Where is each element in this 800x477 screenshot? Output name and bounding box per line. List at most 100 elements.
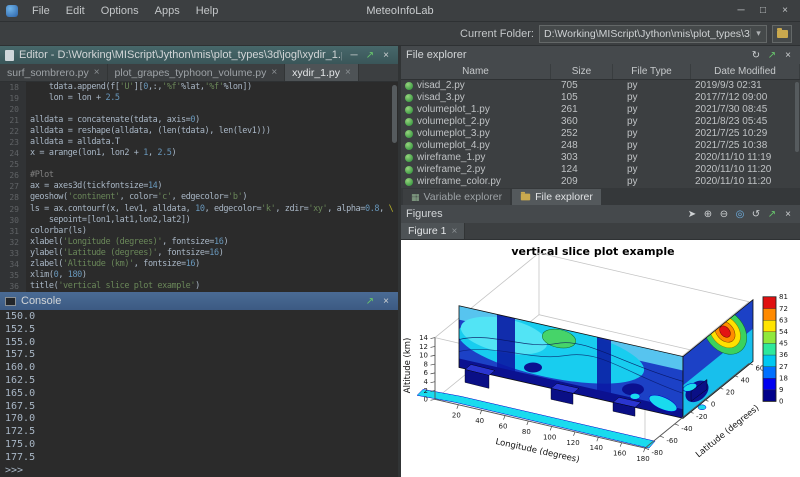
document-icon xyxy=(5,50,14,61)
figures-float-icon[interactable]: ↗ xyxy=(765,209,779,220)
svg-text:8: 8 xyxy=(424,360,428,368)
svg-text:80: 80 xyxy=(522,428,531,436)
current-folder-path: D:\Working\MIScript\Jython\mis\plot_type… xyxy=(540,28,750,40)
pointer-icon[interactable]: ➤ xyxy=(685,209,699,220)
tab-variable-explorer[interactable]: ▦ Variable explorer xyxy=(403,189,510,205)
console-float-icon[interactable]: ↗ xyxy=(363,296,377,307)
tab-close-icon[interactable]: × xyxy=(94,67,100,78)
tab-xydir-1[interactable]: xydir_1.py × xyxy=(285,64,359,81)
table-row[interactable]: wireframe_1.py303py2020/11/10 11:19 xyxy=(401,152,800,164)
rotate-icon[interactable]: ↺ xyxy=(749,209,763,220)
svg-text:9: 9 xyxy=(779,386,783,394)
y-axis-label: Latitude (degrees) xyxy=(693,402,760,459)
figures-close-icon[interactable]: × xyxy=(781,209,795,220)
file-table-body: visad_2.py705py2019/9/3 02:31visad_3.py1… xyxy=(401,80,800,188)
svg-text:72: 72 xyxy=(779,305,788,313)
svg-text:160: 160 xyxy=(613,450,626,458)
python-file-icon xyxy=(405,154,413,162)
file-table-header: Name Size File Type Date Modified xyxy=(401,64,800,80)
column-header-name[interactable]: Name xyxy=(401,64,551,79)
svg-text:6: 6 xyxy=(424,369,428,377)
browse-folder-button[interactable] xyxy=(772,25,792,43)
svg-text:27: 27 xyxy=(779,363,788,371)
minimize-button[interactable]: ─ xyxy=(730,5,752,16)
svg-text:40: 40 xyxy=(475,417,484,425)
console-output[interactable]: 150.0152.5155.0157.5160.0162.5165.0167.5… xyxy=(0,310,398,477)
tab-close-icon[interactable]: × xyxy=(271,67,277,78)
svg-text:63: 63 xyxy=(779,316,788,324)
table-row[interactable]: volumeplot_2.py360py2021/8/23 05:45 xyxy=(401,116,800,128)
maximize-button[interactable]: □ xyxy=(752,5,774,16)
tab-label: File explorer xyxy=(535,191,593,203)
svg-text:4: 4 xyxy=(424,378,429,386)
tab-close-icon[interactable]: × xyxy=(345,67,351,78)
python-file-icon xyxy=(405,82,413,90)
explorer-figures-column: File explorer ↻ ↗ × Name Size File Type … xyxy=(401,46,800,477)
menu-options[interactable]: Options xyxy=(93,5,147,17)
globe-icon[interactable]: ◎ xyxy=(733,209,747,220)
app-icon xyxy=(6,5,18,17)
code-editor[interactable]: 18 tdata.append(f['U'][0,:,'%f'%lat,'%f'… xyxy=(0,82,398,292)
column-header-date-modified[interactable]: Date Modified xyxy=(691,64,800,79)
variable-explorer-icon: ▦ xyxy=(411,192,420,203)
console-icon xyxy=(5,297,16,306)
svg-text:36: 36 xyxy=(779,351,788,359)
zoom-out-icon[interactable]: ⊖ xyxy=(717,209,731,220)
tab-close-icon[interactable]: × xyxy=(452,226,458,237)
menu-help[interactable]: Help xyxy=(188,5,227,17)
main-toolbar: Current Folder: D:\Working\MIScript\Jyth… xyxy=(0,22,800,46)
dropdown-arrow-icon[interactable]: ▾ xyxy=(750,28,766,39)
editor-scrollbar[interactable] xyxy=(391,82,398,292)
close-button[interactable]: × xyxy=(774,5,796,16)
figures-panel-header: Figures ➤ ⊕ ⊖ ◎ ↺ ↗ × xyxy=(401,205,800,223)
tab-file-explorer[interactable]: File explorer xyxy=(512,189,601,205)
svg-text:-20: -20 xyxy=(696,413,707,421)
svg-text:0: 0 xyxy=(711,401,715,409)
python-file-icon xyxy=(405,142,413,150)
scrollbar-thumb[interactable] xyxy=(795,82,799,152)
svg-text:18: 18 xyxy=(779,374,788,382)
python-file-icon xyxy=(405,130,413,138)
colorbar: 091827364554637281 xyxy=(763,293,788,406)
table-row[interactable]: wireframe_2.py124py2020/11/10 11:20 xyxy=(401,164,800,176)
menu-edit[interactable]: Edit xyxy=(58,5,93,17)
scrollbar-thumb[interactable] xyxy=(392,85,397,143)
table-row[interactable]: volumeplot_1.py261py2021/7/30 08:45 xyxy=(401,104,800,116)
file-explorer-close-icon[interactable]: × xyxy=(781,50,795,61)
svg-text:14: 14 xyxy=(419,334,428,342)
editor-float-icon[interactable]: ↗ xyxy=(363,50,377,61)
menu-apps[interactable]: Apps xyxy=(147,5,188,17)
editor-minimize-icon[interactable]: ─ xyxy=(347,50,361,61)
python-file-icon xyxy=(405,106,413,114)
tab-figure-1[interactable]: Figure 1 × xyxy=(401,223,465,239)
svg-text:0: 0 xyxy=(424,396,428,404)
file-explorer-float-icon[interactable]: ↗ xyxy=(765,50,779,61)
figure-canvas[interactable]: vertical slice plot example xyxy=(401,240,800,477)
figure-tab-bar: Figure 1 × xyxy=(401,223,800,240)
svg-text:-40: -40 xyxy=(681,425,692,433)
table-row[interactable]: visad_2.py705py2019/9/3 02:31 xyxy=(401,80,800,92)
table-row[interactable]: volumeplot_3.py252py2021/7/25 10:29 xyxy=(401,128,800,140)
vertical-slice-plot: vertical slice plot example xyxy=(401,240,800,477)
zoom-in-icon[interactable]: ⊕ xyxy=(701,209,715,220)
figures-panel-title: Figures xyxy=(406,208,443,220)
editor-close-icon[interactable]: × xyxy=(379,50,393,61)
explorer-bottom-tabs: ▦ Variable explorer File explorer xyxy=(401,188,800,205)
meteoinfolab-window: File Edit Options Apps Help MeteoInfoLab… xyxy=(0,0,800,477)
tab-label: xydir_1.py xyxy=(292,67,340,79)
column-header-file-type[interactable]: File Type xyxy=(613,64,691,79)
console-close-icon[interactable]: × xyxy=(379,296,393,307)
current-folder-combobox[interactable]: D:\Working\MIScript\Jython\mis\plot_type… xyxy=(539,25,767,43)
table-row[interactable]: wireframe_color.py209py2020/11/10 11:20 xyxy=(401,176,800,188)
refresh-icon[interactable]: ↻ xyxy=(749,50,763,61)
file-table-scrollbar[interactable] xyxy=(794,80,800,188)
editor-console-column: Editor - D:\Working\MIScript\Jython\mis\… xyxy=(0,46,398,477)
svg-text:0: 0 xyxy=(779,398,783,406)
menu-file[interactable]: File xyxy=(24,5,58,17)
column-header-size[interactable]: Size xyxy=(551,64,613,79)
tab-plot-grapes-typhoon-volume[interactable]: plot_grapes_typhoon_volume.py × xyxy=(108,64,286,81)
table-row[interactable]: visad_3.py105py2017/7/12 09:00 xyxy=(401,92,800,104)
tab-surf-sombrero[interactable]: surf_sombrero.py × xyxy=(0,64,108,81)
tab-label: Figure 1 xyxy=(408,225,447,237)
table-row[interactable]: volumeplot_4.py248py2021/7/25 10:38 xyxy=(401,140,800,152)
